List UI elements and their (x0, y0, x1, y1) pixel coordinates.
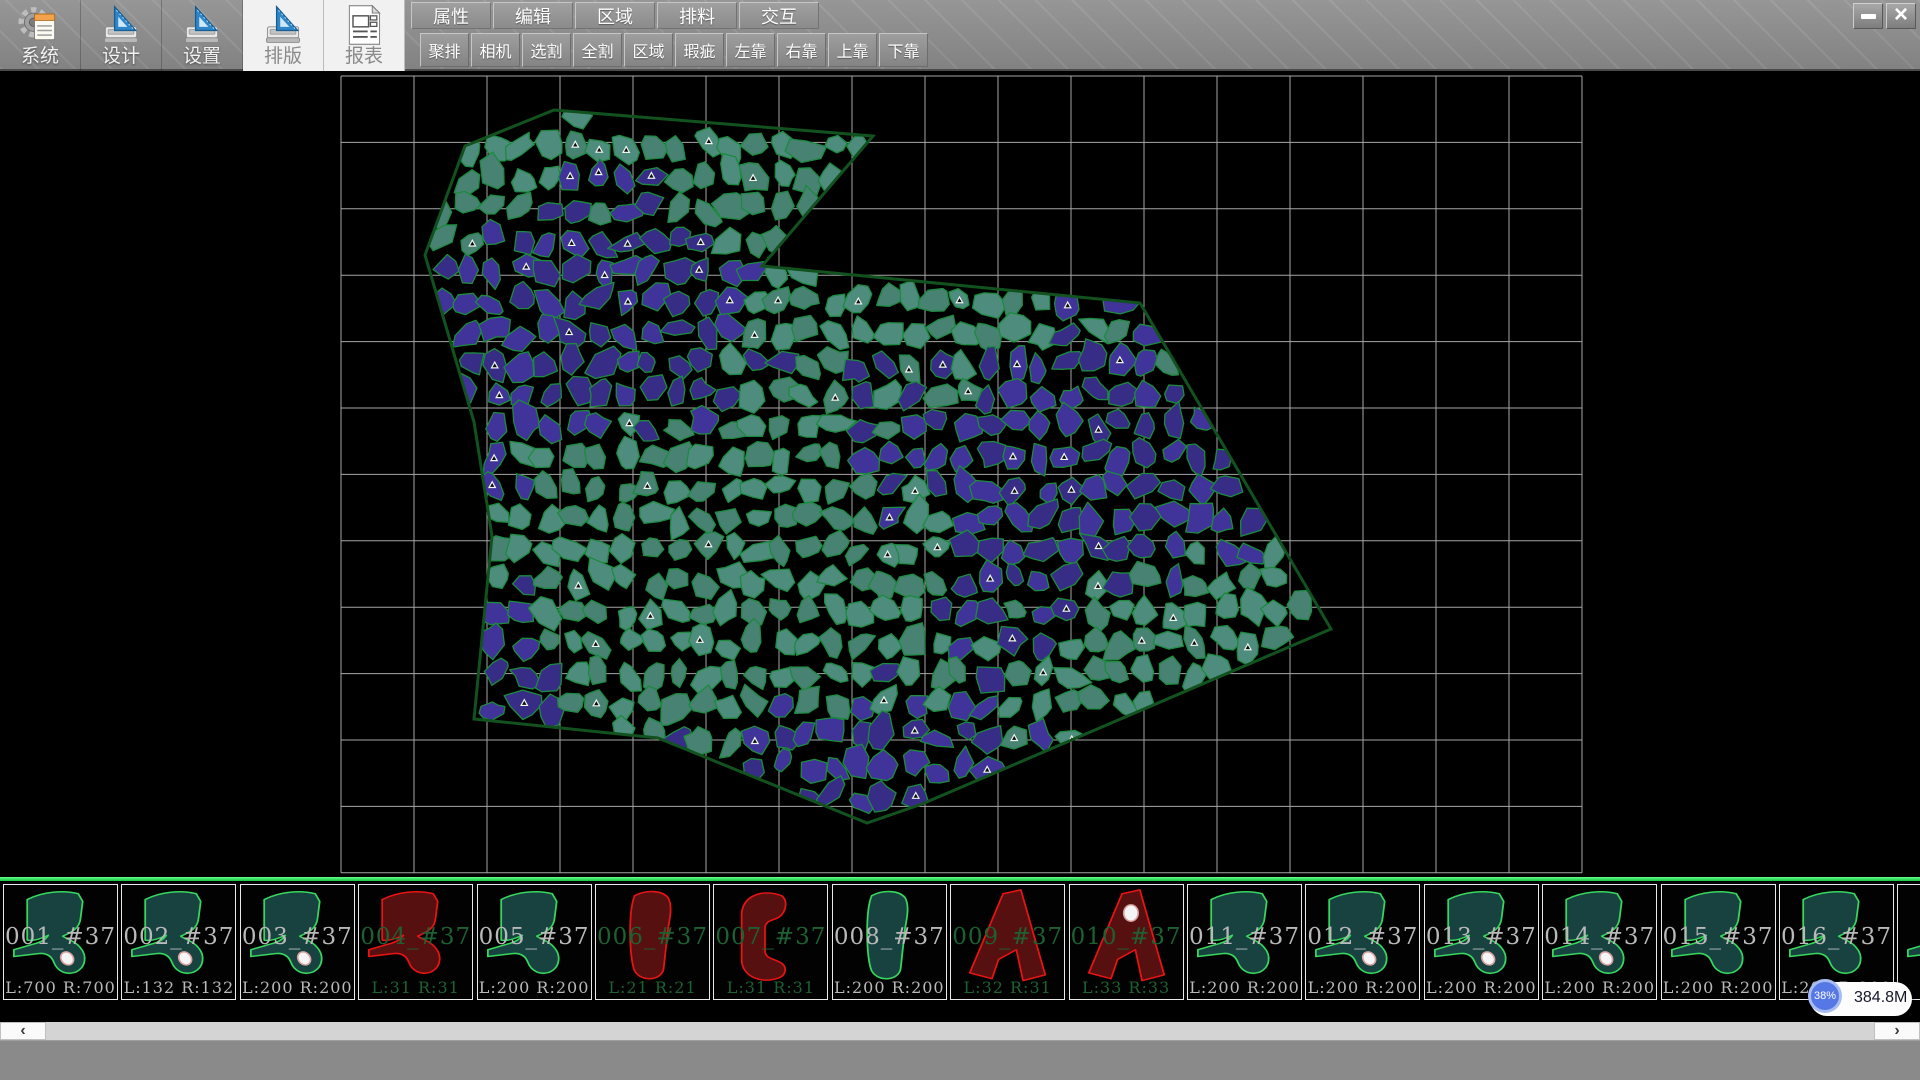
nest-layout-drawing (0, 71, 1920, 877)
minimize-icon (1861, 14, 1876, 19)
gear-notebook-icon (17, 3, 63, 47)
set-square-icon (179, 3, 225, 47)
tool-button-2[interactable]: 相机 (471, 33, 520, 67)
piece-shape (1189, 886, 1300, 998)
piece-shape (479, 886, 590, 998)
module-label: 设置 (183, 47, 221, 67)
close-button[interactable]: × (1886, 3, 1916, 29)
piece-shape (1899, 886, 1920, 998)
module-button-1[interactable]: 系统 (0, 0, 81, 71)
piece-shape (1307, 886, 1418, 998)
close-icon: × (1894, 5, 1908, 25)
module-label: 报表 (345, 47, 383, 67)
piece-shape (123, 886, 234, 998)
piece-tile-15[interactable]: 015_#37 L:200 R:200 (1661, 884, 1776, 1000)
progress-circle: 38% (1808, 979, 1842, 1013)
menu-tab-2[interactable]: 编辑 (493, 2, 573, 29)
pieces-thumbnail-strip: 001_#37 L:700 R:700 002_#37 L:132 R:132 … (0, 877, 1920, 1022)
progress-percent: 38% (1814, 990, 1836, 1002)
tool-button-7[interactable]: 左靠 (726, 33, 775, 67)
menu-tab-3[interactable]: 区域 (575, 2, 655, 29)
piece-shape (597, 886, 708, 998)
piece-shape (5, 886, 116, 998)
piece-tile-6[interactable]: 006_#37 L:21 R:21 (595, 884, 710, 1000)
piece-shape (1663, 886, 1774, 998)
memory-usage: 384.8M (1854, 989, 1907, 1007)
piece-shape (242, 886, 353, 998)
piece-tile-14[interactable]: 014_#37 L:200 R:200 (1542, 884, 1657, 1000)
horizontal-scrollbar[interactable]: ‹ › (0, 1022, 1920, 1040)
module-label: 系统 (21, 47, 59, 67)
module-button-4[interactable]: 排版 (243, 0, 324, 71)
piece-shape (834, 886, 945, 998)
progress-memory-badge[interactable]: 38% 384.8M (1810, 982, 1912, 1016)
tool-button-3[interactable]: 选割 (522, 33, 571, 67)
chevron-left-icon: ‹ (20, 1022, 25, 1040)
tool-button-row: 聚排相机选割全割区域瑕疵左靠右靠上靠下靠 (420, 33, 930, 67)
piece-tile-10[interactable]: 010_#37 L:33 R:33 (1069, 884, 1184, 1000)
piece-tile-8[interactable]: 008_#37 L:200 R:200 (832, 884, 947, 1000)
piece-shape (715, 886, 826, 998)
piece-shape (1426, 886, 1537, 998)
strip-highlight-line (0, 877, 1920, 881)
status-band (0, 1040, 1920, 1080)
chevron-right-icon: › (1894, 1022, 1899, 1040)
scroll-left-button[interactable]: ‹ (0, 1022, 46, 1040)
report-document-icon (341, 3, 387, 47)
set-square-icon (98, 3, 144, 47)
piece-tile-11[interactable]: 011_#37 L:200 R:200 (1187, 884, 1302, 1000)
tool-button-5[interactable]: 区域 (624, 33, 673, 67)
nesting-canvas[interactable] (0, 71, 1920, 877)
piece-shape (360, 886, 471, 998)
window-controls: × (1853, 3, 1916, 29)
minimize-button[interactable] (1853, 3, 1883, 29)
piece-shape (952, 886, 1063, 998)
tool-button-9[interactable]: 上靠 (828, 33, 877, 67)
piece-tile-4[interactable]: 004_#37 L:31 R:31 (358, 884, 473, 1000)
tool-button-4[interactable]: 全割 (573, 33, 622, 67)
module-label: 设计 (102, 47, 140, 67)
piece-shape (1071, 886, 1182, 998)
module-button-2[interactable]: 设计 (81, 0, 162, 71)
scroll-right-button[interactable]: › (1874, 1022, 1920, 1040)
nesting-application-window: 系统 设计 设置 排版 (0, 0, 1920, 1080)
tool-button-8[interactable]: 右靠 (777, 33, 826, 67)
tool-button-10[interactable]: 下靠 (879, 33, 928, 67)
tool-button-6[interactable]: 瑕疵 (675, 33, 724, 67)
piece-tile-3[interactable]: 003_#37 L:200 R:200 (240, 884, 355, 1000)
piece-tile-9[interactable]: 009_#37 L:32 R:31 (950, 884, 1065, 1000)
set-square-icon (260, 3, 306, 47)
module-button-3[interactable]: 设置 (162, 0, 243, 71)
piece-tile-7[interactable]: 007_#37 L:31 R:31 (713, 884, 828, 1000)
menu-tab-row: 属性编辑区域排料交互 (411, 2, 821, 29)
menu-tab-5[interactable]: 交互 (739, 2, 819, 29)
piece-tile-2[interactable]: 002_#37 L:132 R:132 (121, 884, 236, 1000)
module-label: 排版 (264, 47, 302, 67)
piece-shape (1544, 886, 1655, 998)
piece-tile-13[interactable]: 013_#37 L:200 R:200 (1424, 884, 1539, 1000)
piece-tile-1[interactable]: 001_#37 L:700 R:700 (3, 884, 118, 1000)
menu-tab-1[interactable]: 属性 (411, 2, 491, 29)
piece-tile-5[interactable]: 005_#37 L:200 R:200 (477, 884, 592, 1000)
piece-tile-12[interactable]: 012_#37 L:200 R:200 (1305, 884, 1420, 1000)
toolbar: 系统 设计 设置 排版 (0, 0, 1920, 71)
module-button-5[interactable]: 报表 (324, 0, 405, 71)
tool-button-1[interactable]: 聚排 (420, 33, 469, 67)
menu-tab-4[interactable]: 排料 (657, 2, 737, 29)
